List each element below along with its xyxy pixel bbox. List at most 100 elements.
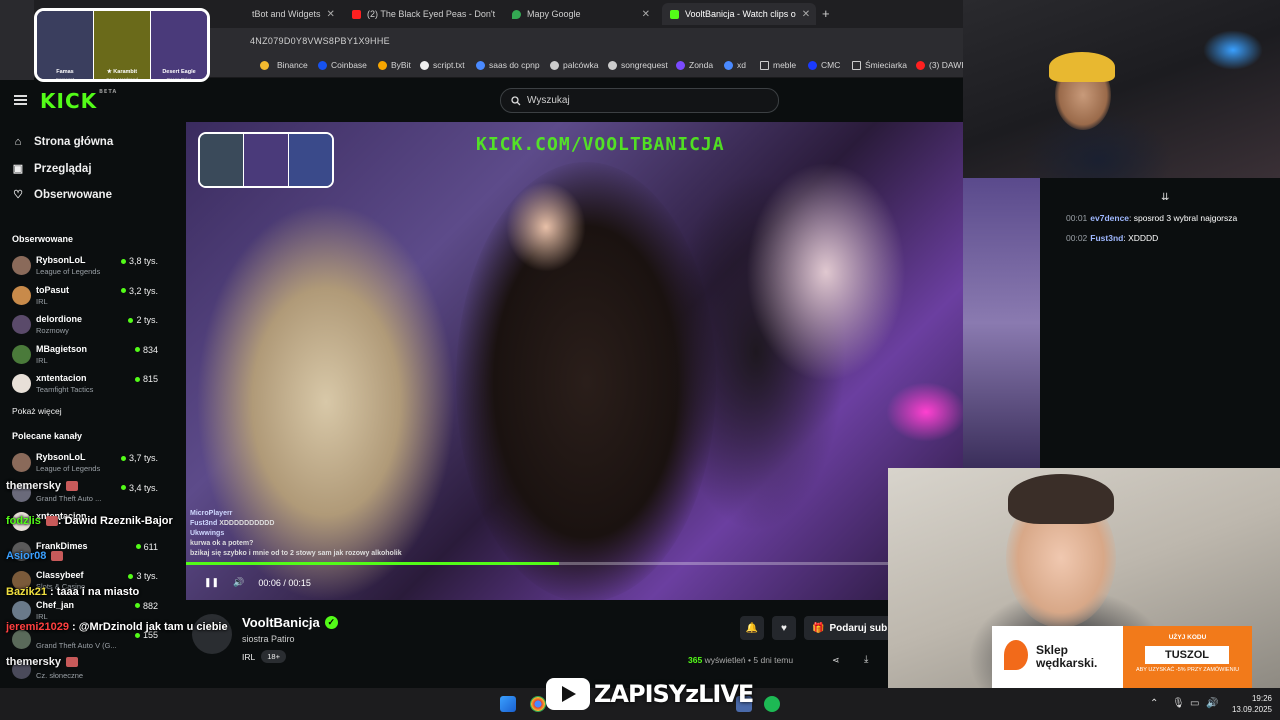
sidebar-channel[interactable]: RybsonLoL League of Legends 3,7 tys. bbox=[12, 450, 162, 476]
bookmark[interactable]: xd bbox=[724, 60, 746, 70]
channel-name: RybsonLoL bbox=[36, 452, 86, 462]
channel-name[interactable]: VooltBanicja ✓ bbox=[242, 615, 338, 630]
channel-name: MBagietson bbox=[36, 343, 88, 354]
chat-panel: ⇊ 00:01 ev7dence: sposrod 3 wybral najgor… bbox=[1040, 178, 1280, 468]
channel-category: IRL bbox=[36, 355, 48, 365]
sidebar-channel[interactable]: MBagietson IRL 834 bbox=[12, 342, 162, 368]
bookmark[interactable]: Binance bbox=[260, 60, 308, 70]
video-chat-line: MicroPlayerr bbox=[190, 510, 233, 517]
channel-category: IRL bbox=[36, 611, 48, 621]
zapisy-branding: ZAPISYzLIVE bbox=[546, 678, 754, 710]
channel-avatar bbox=[12, 453, 31, 472]
kick-logo[interactable]: KICK BETA bbox=[40, 89, 117, 113]
scroll-down-icon[interactable]: ⇊ bbox=[1161, 192, 1169, 203]
recommended-header: Polecane kanały bbox=[12, 431, 83, 441]
sidebar-channel[interactable]: delordione Rozmowy 2 tys. bbox=[12, 312, 162, 338]
download-icon[interactable]: ⤓ bbox=[864, 654, 868, 665]
home-icon: ⌂ bbox=[14, 136, 22, 148]
sponsor-banner: Sklep wędkarski. UŻYJ KODU TUSZOL ABY UZ… bbox=[992, 626, 1252, 688]
network-icon[interactable]: ▭ bbox=[1190, 698, 1199, 709]
fishing-logo-icon bbox=[1004, 640, 1028, 670]
viewer-count: 3 tys. bbox=[128, 571, 158, 581]
gift-sub-button[interactable]: 🎁 Podaruj sub bbox=[804, 616, 894, 640]
chevron-up-icon[interactable]: ⌃ bbox=[1150, 698, 1158, 709]
bookmark[interactable]: songrequest bbox=[608, 60, 668, 70]
channel-avatar bbox=[12, 344, 31, 364]
bookmark[interactable]: (3) DAWI bbox=[916, 60, 964, 70]
live-dot-icon bbox=[120, 485, 126, 490]
spotify-icon[interactable] bbox=[764, 696, 780, 712]
tab-google-maps[interactable]: Mapy Google ✕ bbox=[504, 3, 658, 25]
chrome-icon[interactable] bbox=[530, 696, 546, 712]
saas-icon bbox=[476, 60, 485, 70]
share-icon[interactable]: ⋖ bbox=[832, 655, 840, 666]
search-box[interactable] bbox=[500, 88, 779, 113]
nav-following[interactable]: ♡ Obserwowane bbox=[12, 189, 112, 201]
tab-tbot[interactable]: tBot and Widgets ✕ bbox=[244, 3, 340, 25]
tab-vooltbanicja[interactable]: VooltBanicja - Watch clips o ✕ bbox=[662, 3, 816, 25]
video-time: 00:06 / 00:15 bbox=[258, 577, 311, 588]
live-dot-icon bbox=[134, 376, 140, 382]
emote-icon bbox=[45, 516, 58, 527]
bookmark[interactable]: Coinbase bbox=[318, 60, 367, 70]
sidebar-channel[interactable]: xntentacion Teamfight Tactics 815 bbox=[12, 371, 162, 397]
verified-icon: ✓ bbox=[324, 616, 338, 629]
bookmark[interactable]: script.txt bbox=[420, 60, 465, 70]
search-input[interactable] bbox=[527, 95, 747, 106]
heart-icon[interactable]: ♥ bbox=[772, 616, 796, 640]
viewer-count: 834 bbox=[134, 345, 158, 355]
tab-black-eyed-peas[interactable]: (2) The Black Eyed Peas - Don't ✕ bbox=[344, 3, 500, 25]
volume-icon[interactable]: 🔊 bbox=[1206, 698, 1218, 709]
bookmark[interactable]: Śmieciarka bbox=[852, 60, 907, 70]
sidebar-channel[interactable]: toPasut IRL 3,2 tys. bbox=[12, 283, 162, 309]
bybit-icon bbox=[378, 60, 387, 70]
video-frame-figure bbox=[746, 162, 906, 382]
sidebar-channel[interactable]: RybsonLoL League of Legends 3,8 tys. bbox=[12, 253, 162, 279]
volume-icon[interactable]: 🔊 bbox=[233, 577, 244, 588]
kick-header: KICK BETA bbox=[0, 78, 963, 122]
video-player[interactable]: KICK.COM/VOOLTBANICJA MicroPlayerr Fust3… bbox=[186, 122, 963, 600]
pause-icon[interactable]: ❚❚ bbox=[204, 577, 219, 588]
coinbase-icon bbox=[318, 60, 327, 70]
overlay-chat-line: Asior08 bbox=[6, 550, 64, 562]
kick-icon bbox=[670, 9, 679, 19]
close-tab-icon[interactable]: ✕ bbox=[642, 9, 650, 20]
menu-icon[interactable] bbox=[14, 95, 27, 105]
channel-avatar bbox=[12, 256, 31, 275]
nav-home[interactable]: ⌂ Strona główna bbox=[12, 136, 114, 148]
sidebar: ⌂ Strona główna ▣ Przeglądaj ♡ Obserwowane … bbox=[0, 122, 170, 682]
system-clock[interactable]: 19:26 13.09.2025 bbox=[1224, 693, 1272, 715]
close-tab-icon[interactable]: ✕ bbox=[802, 9, 810, 20]
globe-icon bbox=[550, 60, 559, 70]
live-dot-icon bbox=[134, 632, 140, 638]
show-more-link[interactable]: Pokaż więcej bbox=[12, 406, 62, 416]
channel-avatar[interactable] bbox=[192, 614, 232, 654]
overlay-chat-line: Bazik21: taaa i na miasto bbox=[6, 586, 140, 598]
video-chat-line: bzikaj się szybko i mnie od to 2 stowy s… bbox=[190, 550, 402, 557]
nav-browse[interactable]: ▣ Przeglądaj bbox=[12, 163, 92, 175]
tab-label: Mapy Google bbox=[527, 9, 581, 19]
sidebar-channel[interactable]: Chef_jan IRL 882 bbox=[12, 598, 162, 624]
skin-panel: ★ Karambit Case Hardened bbox=[94, 11, 151, 79]
age-tag: 18+ bbox=[261, 650, 286, 663]
new-tab-icon[interactable]: + bbox=[822, 6, 830, 21]
bookmark[interactable]: Zonda bbox=[676, 60, 713, 70]
live-dot-icon bbox=[120, 455, 126, 461]
bookmark[interactable]: ByBit bbox=[378, 60, 411, 70]
bookmark[interactable]: saas do cpnp bbox=[476, 60, 540, 70]
bookmark[interactable]: CMC bbox=[808, 60, 840, 70]
microphone-icon[interactable]: 🎙 bbox=[1172, 698, 1185, 709]
windows-start-icon[interactable] bbox=[500, 696, 516, 712]
emote-icon bbox=[66, 657, 79, 668]
bookmark[interactable]: meble bbox=[760, 60, 796, 70]
binance-icon bbox=[260, 60, 269, 70]
globe-icon bbox=[608, 60, 617, 70]
overlay-chat-line: fodzlis: Dawid Rzeznik-Bajor bbox=[6, 515, 173, 527]
live-dot-icon bbox=[128, 573, 134, 579]
notification-bell-icon[interactable]: 🔔 bbox=[740, 616, 764, 640]
bookmark[interactable]: palcówka bbox=[550, 60, 598, 70]
category-tag[interactable]: IRL bbox=[242, 652, 255, 662]
channel-category: Grand Theft Auto ... bbox=[36, 493, 102, 503]
close-tab-icon[interactable]: ✕ bbox=[327, 9, 335, 20]
video-progress-bar[interactable] bbox=[186, 562, 963, 565]
